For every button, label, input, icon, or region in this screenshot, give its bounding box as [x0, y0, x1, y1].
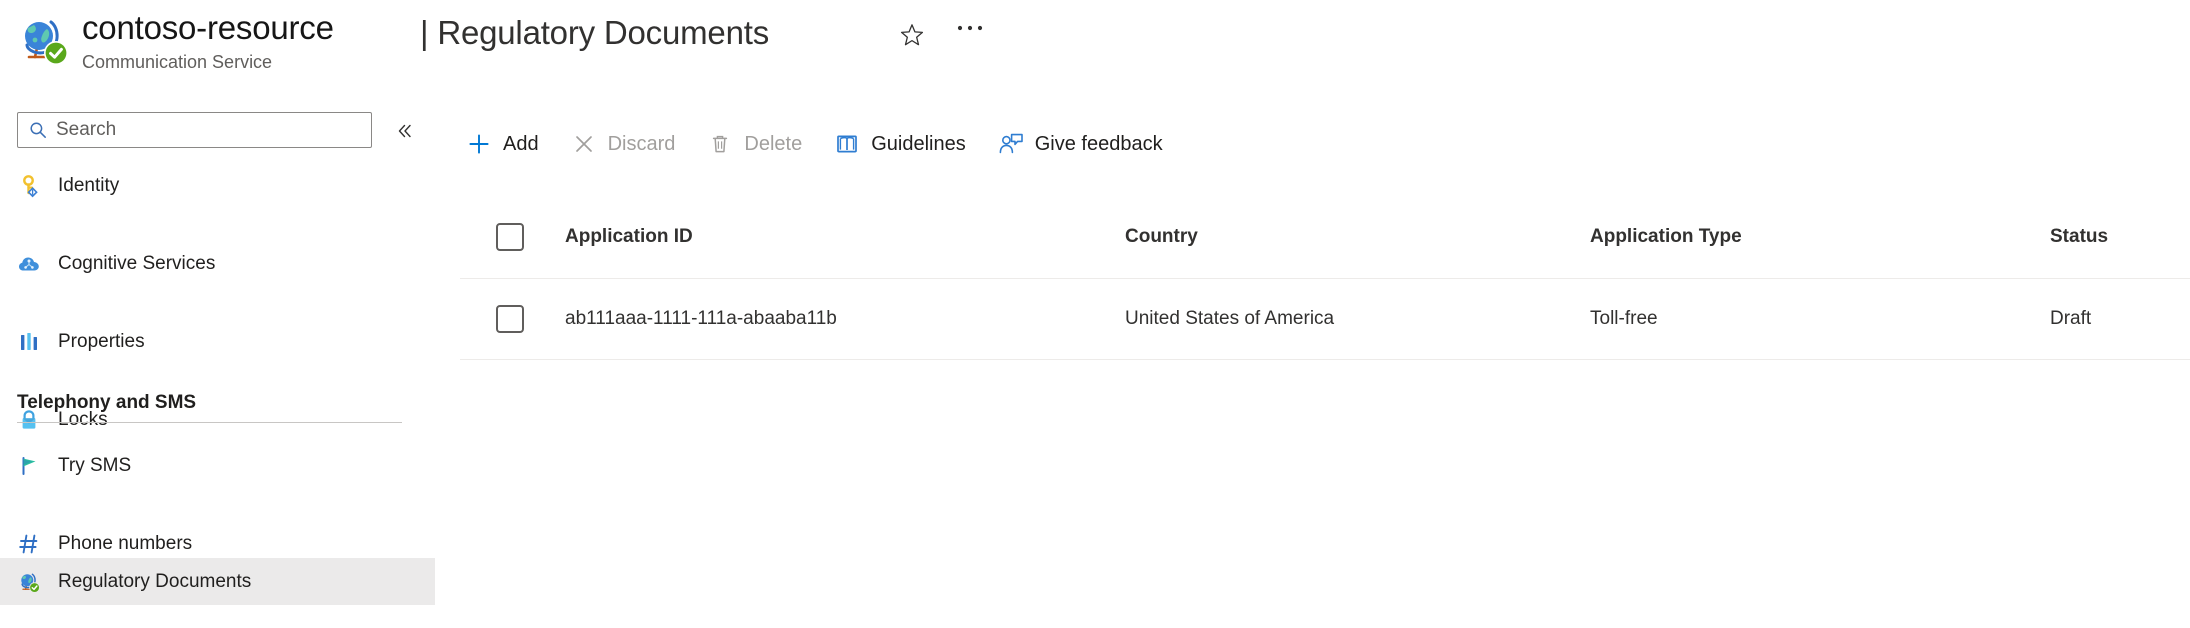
sidebar-item-label: Cognitive Services [58, 252, 216, 274]
column-header-status[interactable]: Status [2050, 196, 2108, 278]
table-row[interactable]: ab111aaa-1111-111a-abaaba11b United Stat… [460, 279, 2190, 360]
page-header: contoso-resource Communication Service |… [0, 0, 2190, 100]
cell-application-id: ab111aaa-1111-111a-abaaba11b [565, 308, 837, 329]
add-button[interactable]: Add [460, 122, 551, 166]
flag-icon [17, 454, 41, 478]
key-icon [17, 174, 41, 198]
give-feedback-button[interactable]: Give feedback [992, 122, 1175, 166]
add-label: Add [503, 132, 539, 155]
select-all-checkbox[interactable] [496, 196, 524, 278]
sidebar-item-cognitive-services[interactable]: Cognitive Services [0, 240, 435, 287]
sidebar-item-label: Phone numbers [58, 532, 193, 554]
person-feedback-icon [998, 131, 1024, 157]
double-chevron-left-icon[interactable] [392, 118, 418, 144]
globe-check-icon [15, 12, 71, 68]
column-header-application-type[interactable]: Application Type [1590, 196, 1742, 278]
column-header-application-id[interactable]: Application ID [565, 196, 693, 278]
book-icon [834, 131, 860, 157]
search-input[interactable]: Search [17, 112, 372, 148]
sidebar-item-identity[interactable]: Identity [0, 162, 435, 209]
regulatory-documents-table: Application ID Country Application Type … [460, 196, 2190, 360]
search-placeholder: Search [56, 119, 117, 140]
sidebar-item-label: Properties [58, 330, 145, 352]
sidebar-item-label: Try SMS [58, 454, 132, 476]
delete-label: Delete [744, 132, 803, 155]
plus-icon [466, 131, 492, 157]
resource-type: Communication Service [82, 52, 273, 72]
resource-name: contoso-resource [82, 9, 334, 46]
discard-button[interactable]: Discard [565, 122, 688, 166]
star-outline-icon[interactable] [895, 18, 929, 52]
trash-icon [707, 131, 733, 157]
sidebar-item-label: Regulatory Documents [58, 570, 252, 592]
sidebar-item-try-sms[interactable]: Try SMS [0, 442, 435, 489]
column-header-country[interactable]: Country [1125, 196, 1198, 278]
globe-check-icon [17, 570, 41, 594]
bars-icon [17, 330, 41, 354]
page-title: | Regulatory Documents [420, 14, 769, 51]
guidelines-button[interactable]: Guidelines [828, 122, 978, 166]
give-feedback-label: Give feedback [1034, 132, 1163, 155]
command-bar: Add Discard Delete Guidelines Give feedb… [460, 118, 1189, 170]
row-select-checkbox[interactable] [496, 279, 524, 359]
sidebar: Search Identity Cognitive Services Prope… [0, 100, 440, 628]
discard-label: Discard [607, 132, 676, 155]
checkbox-box [496, 305, 524, 333]
sidebar-search-row: Search [0, 112, 440, 154]
search-icon [29, 121, 47, 139]
sidebar-item-regulatory-documents[interactable]: Regulatory Documents [0, 558, 435, 605]
cell-application-type: Toll-free [1590, 308, 1658, 329]
sidebar-section-divider [17, 422, 402, 423]
guidelines-label: Guidelines [871, 132, 966, 155]
checkbox-box [496, 223, 524, 251]
sidebar-item-label: Identity [58, 174, 120, 196]
cell-country: United States of America [1125, 308, 1335, 329]
delete-button[interactable]: Delete [701, 122, 814, 166]
table-header-row: Application ID Country Application Type … [460, 196, 2190, 279]
cell-status: Draft [2050, 308, 2092, 329]
sidebar-item-properties[interactable]: Properties [0, 318, 435, 365]
sidebar-section-title: Telephony and SMS [17, 392, 197, 413]
hash-icon [17, 532, 41, 556]
cloud-icon [17, 252, 41, 276]
resource-title-block: contoso-resource Communication Service [82, 8, 334, 74]
ellipsis-icon[interactable] [950, 18, 990, 52]
cross-icon [571, 131, 597, 157]
